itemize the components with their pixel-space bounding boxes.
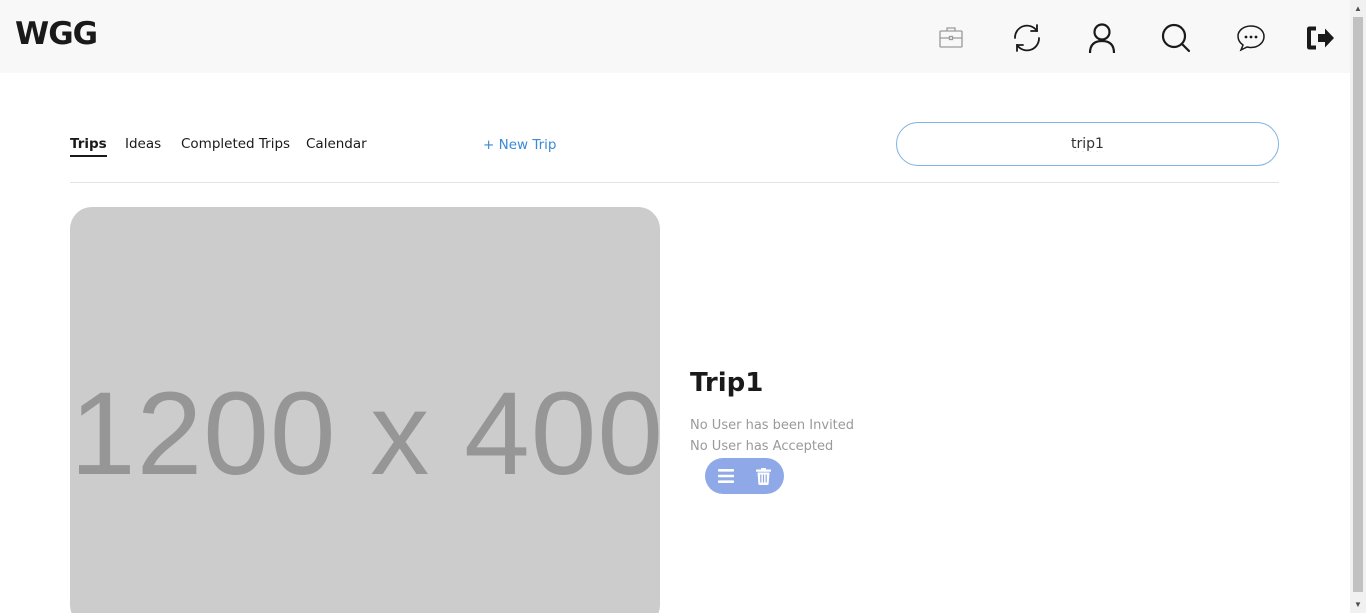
accepted-status: No User has Accepted (690, 439, 834, 454)
page-scrollbar[interactable]: ▲ ▼ (1350, 0, 1366, 613)
trip-image-placeholder[interactable]: 1200 x 400 (70, 207, 660, 613)
menu-icon[interactable] (707, 458, 745, 494)
image-placeholder-text: 1200 x 400 (70, 368, 660, 500)
scroll-down-arrow-icon[interactable]: ▼ (1350, 596, 1366, 613)
trash-icon[interactable] (744, 458, 782, 494)
scroll-up-arrow-icon[interactable]: ▲ (1350, 0, 1366, 17)
chat-icon[interactable] (1233, 20, 1269, 56)
new-trip-link[interactable]: + New Trip (483, 137, 556, 153)
search-icon[interactable] (1158, 20, 1194, 56)
user-icon[interactable] (1084, 20, 1120, 56)
top-navbar: WGG (0, 0, 1350, 73)
trip-action-group (705, 458, 784, 494)
scrollbar-thumb[interactable] (1353, 17, 1363, 592)
section-divider (70, 182, 1279, 183)
tab-calendar[interactable]: Calendar (306, 136, 367, 155)
sync-icon[interactable] (1009, 20, 1045, 56)
brand-logo[interactable]: WGG (15, 16, 98, 52)
tab-trips[interactable]: Trips (70, 136, 107, 157)
logout-icon[interactable] (1302, 20, 1338, 56)
tab-ideas[interactable]: Ideas (125, 136, 161, 155)
invited-status: No User has been Invited (690, 418, 855, 433)
tab-completed-trips[interactable]: Completed Trips (181, 136, 290, 155)
trip-title[interactable]: Trip1 (690, 368, 763, 398)
trip-search-input[interactable] (897, 123, 1278, 165)
trip-search-box (896, 122, 1279, 166)
briefcase-icon[interactable] (933, 20, 969, 56)
